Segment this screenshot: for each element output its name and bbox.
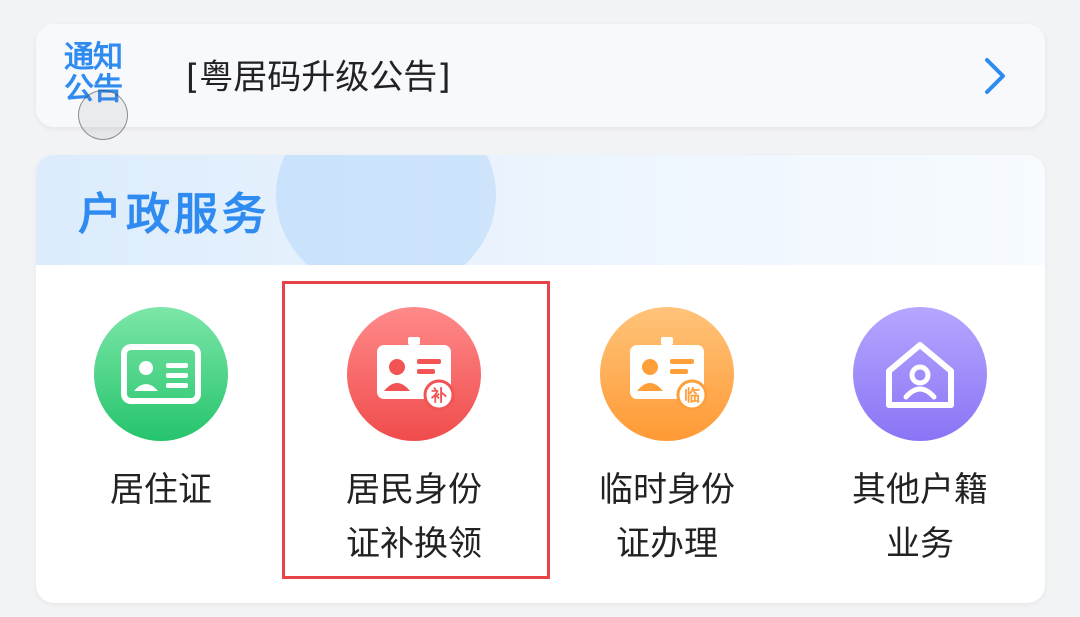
touch-indicator (78, 90, 128, 140)
service-residence-permit[interactable]: 居住证 (61, 307, 261, 517)
service-label: 临时身份 证办理 (599, 470, 735, 564)
household-services-card: 户政服务 居住证 补 居民身份 证补换领 临 临时身份 证办理 其他户籍 业务 (36, 155, 1045, 603)
service-label: 居民身份 证补换领 (346, 470, 482, 564)
service-label: 居住证 (110, 470, 212, 510)
service-other-household[interactable]: 其他户籍 业务 (820, 307, 1020, 571)
service-temp-id-card[interactable]: 临 临时身份 证办理 (567, 307, 767, 571)
notice-text[interactable]: [粤居码升级公告] (186, 50, 451, 99)
chevron-right-icon[interactable] (981, 56, 1009, 96)
section-title: 户政服务 (78, 189, 270, 240)
reissue-badge-text: 补 (430, 386, 447, 405)
service-id-card-reissue[interactable]: 补 居民身份 证补换领 (314, 307, 514, 571)
service-label: 其他户籍 业务 (852, 470, 988, 564)
residence-card-icon (94, 307, 228, 441)
temp-id-card-icon: 临 (600, 307, 734, 441)
section-header: 户政服务 (36, 155, 1045, 265)
notice-bar[interactable]: 通知 公告 [粤居码升级公告] (36, 24, 1045, 140)
id-card-reissue-icon: 补 (347, 307, 481, 441)
notice-badge: 通知 公告 (64, 40, 136, 140)
temp-badge-text: 临 (684, 386, 700, 405)
header-decoration (276, 155, 496, 265)
house-person-icon (853, 307, 987, 441)
notice-badge-line1: 通知 (64, 40, 123, 75)
